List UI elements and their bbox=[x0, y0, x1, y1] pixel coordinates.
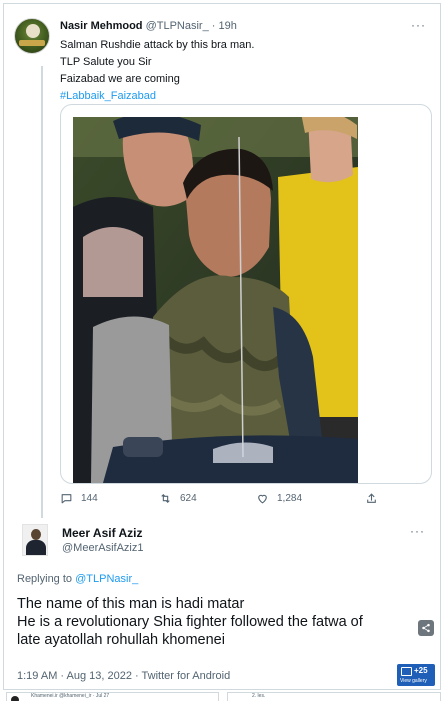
next-tweet-header: Khamenei.ir @khamenei_ir · Jul 27 bbox=[31, 693, 110, 699]
reply-action[interactable]: 144 bbox=[60, 492, 98, 505]
next-item-text: 2. les. bbox=[252, 693, 266, 699]
share-icon bbox=[367, 493, 376, 503]
avatar-body bbox=[26, 540, 46, 555]
comment-icon bbox=[61, 494, 72, 504]
retweet-icon bbox=[161, 493, 170, 504]
hashtag-link[interactable]: #Labbaik_Faizabad bbox=[60, 88, 254, 105]
more-icon[interactable]: ··· bbox=[411, 18, 426, 32]
tweet-photo[interactable] bbox=[73, 117, 358, 483]
reply-text-line: He is a revolutionary Shia fighter follo… bbox=[17, 614, 363, 630]
heart-icon bbox=[258, 494, 267, 504]
retweet-count: 624 bbox=[180, 493, 197, 504]
photo-illustration bbox=[73, 117, 358, 483]
tweet-actions: 144 624 1,284 bbox=[60, 492, 420, 512]
avatar-face bbox=[26, 24, 40, 38]
quoted-author-handle-time[interactable]: @TLPNasir_ · 19h bbox=[146, 20, 237, 32]
view-gallery-button[interactable]: +25 View gallery bbox=[397, 664, 435, 686]
like-action[interactable]: 1,284 bbox=[256, 492, 302, 505]
quoted-author-avatar[interactable] bbox=[14, 18, 50, 54]
reply-author-avatar[interactable] bbox=[22, 524, 48, 556]
like-count: 1,284 bbox=[277, 493, 303, 504]
next-tweet-preview[interactable]: Khamenei.ir @khamenei_ir · Jul 27 bbox=[6, 692, 219, 701]
media-container[interactable] bbox=[60, 104, 432, 484]
share-icon[interactable] bbox=[418, 620, 434, 636]
reply-text-line: late ayatollah rohullah khomenei bbox=[17, 632, 225, 648]
gallery-count: +25 bbox=[414, 666, 428, 675]
thread-connector bbox=[41, 66, 43, 518]
share-nodes-glyph bbox=[422, 623, 430, 633]
quoted-author-name[interactable]: Nasir Mehmood bbox=[60, 20, 143, 32]
quoted-tweet-line: Salman Rushdie attack by this bra man. bbox=[60, 39, 255, 51]
reply-text: The name of this man is hadi matar He is… bbox=[17, 595, 437, 649]
avatar bbox=[11, 696, 19, 701]
reply-author-handle[interactable]: @MeerAsifAziz1 bbox=[62, 542, 143, 554]
reply-author-name[interactable]: Meer Asif Aziz bbox=[62, 526, 142, 540]
avatar-head bbox=[31, 529, 41, 540]
next-item-preview[interactable]: 2. les. bbox=[227, 692, 441, 701]
quoted-tweet-line: Faizabad we are coming bbox=[60, 73, 180, 85]
replying-to: Replying to @TLPNasir_ bbox=[17, 573, 138, 585]
quoted-tweet-line: TLP Salute you Sir bbox=[60, 56, 152, 68]
reply-count: 144 bbox=[81, 493, 98, 504]
reply-text-line: The name of this man is hadi matar bbox=[17, 596, 245, 612]
avatar-banner bbox=[19, 40, 45, 46]
gallery-label: View gallery bbox=[400, 678, 427, 684]
quoted-tweet-text: Salman Rushdie attack by this bra man. T… bbox=[60, 37, 254, 105]
quoted-tweet-header: Nasir Mehmood @TLPNasir_ · 19h bbox=[60, 20, 237, 32]
retweet-action[interactable]: 624 bbox=[159, 492, 197, 505]
replying-label: Replying to bbox=[17, 573, 73, 585]
tweet-meta[interactable]: 1:19 AM · Aug 13, 2022 · Twitter for And… bbox=[17, 670, 230, 682]
more-icon[interactable]: ··· bbox=[410, 524, 425, 538]
replying-to-link[interactable]: @TLPNasir_ bbox=[75, 573, 138, 585]
share-action[interactable] bbox=[365, 492, 378, 505]
gallery-icon bbox=[401, 667, 412, 676]
tweet-card: Nasir Mehmood @TLPNasir_ · 19h ··· Salma… bbox=[3, 3, 441, 690]
